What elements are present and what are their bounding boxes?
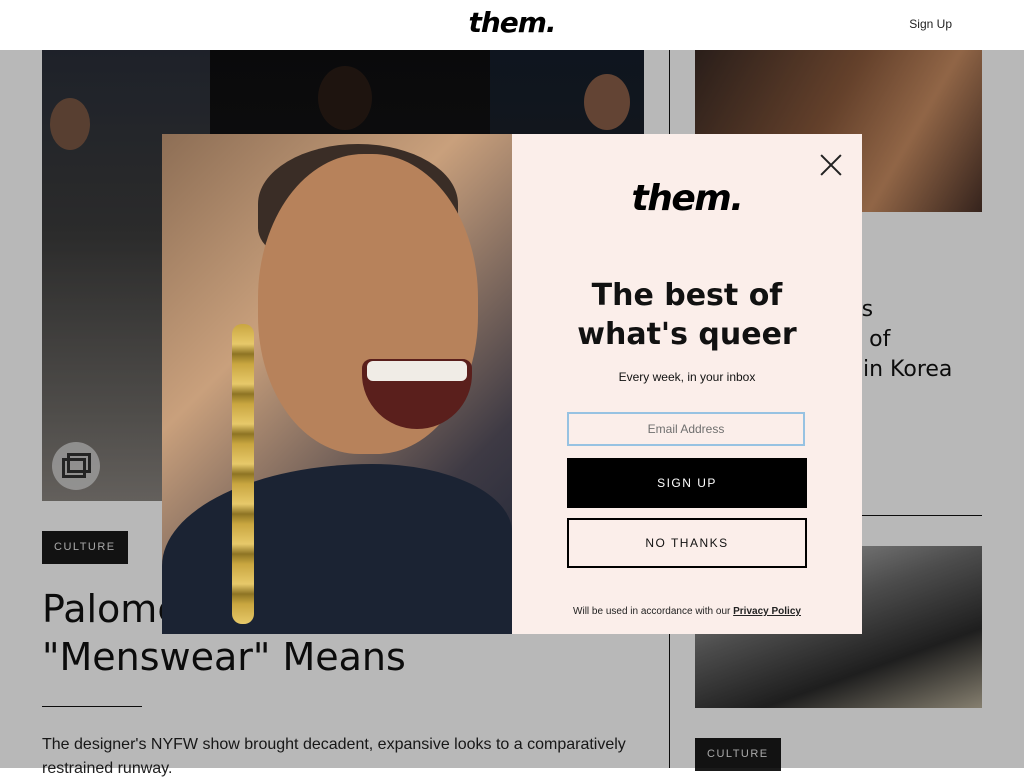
modal-photo (162, 134, 512, 634)
legal-text-body: Will be used in accordance with our (573, 606, 731, 617)
modal-title-text: The best of what's queer (577, 278, 797, 352)
header-signup-link[interactable]: Sign Up (909, 17, 952, 31)
no-thanks-button[interactable]: NO THANKS (567, 518, 807, 568)
email-field[interactable]: Email Address (567, 412, 805, 446)
newsletter-modal: them. The best of what's queer Every wee… (162, 134, 862, 634)
teeth (367, 361, 467, 381)
signup-button[interactable]: SIGN UP (567, 458, 807, 508)
site-logo[interactable]: them. (0, 6, 1024, 39)
modal-title: The best of what's queer (512, 276, 862, 354)
earring (232, 324, 254, 624)
privacy-policy-link[interactable]: Privacy Policy (733, 606, 801, 617)
close-icon[interactable] (820, 154, 842, 176)
jacket (162, 464, 512, 634)
modal-logo: them. (631, 178, 744, 219)
modal-form-panel: them. The best of what's queer Every wee… (512, 134, 862, 634)
modal-subtitle: Every week, in your inbox (618, 370, 756, 384)
legal-text: Will be used in accordance with our Priv… (512, 606, 862, 617)
site-header: them. Sign Up (0, 0, 1024, 51)
